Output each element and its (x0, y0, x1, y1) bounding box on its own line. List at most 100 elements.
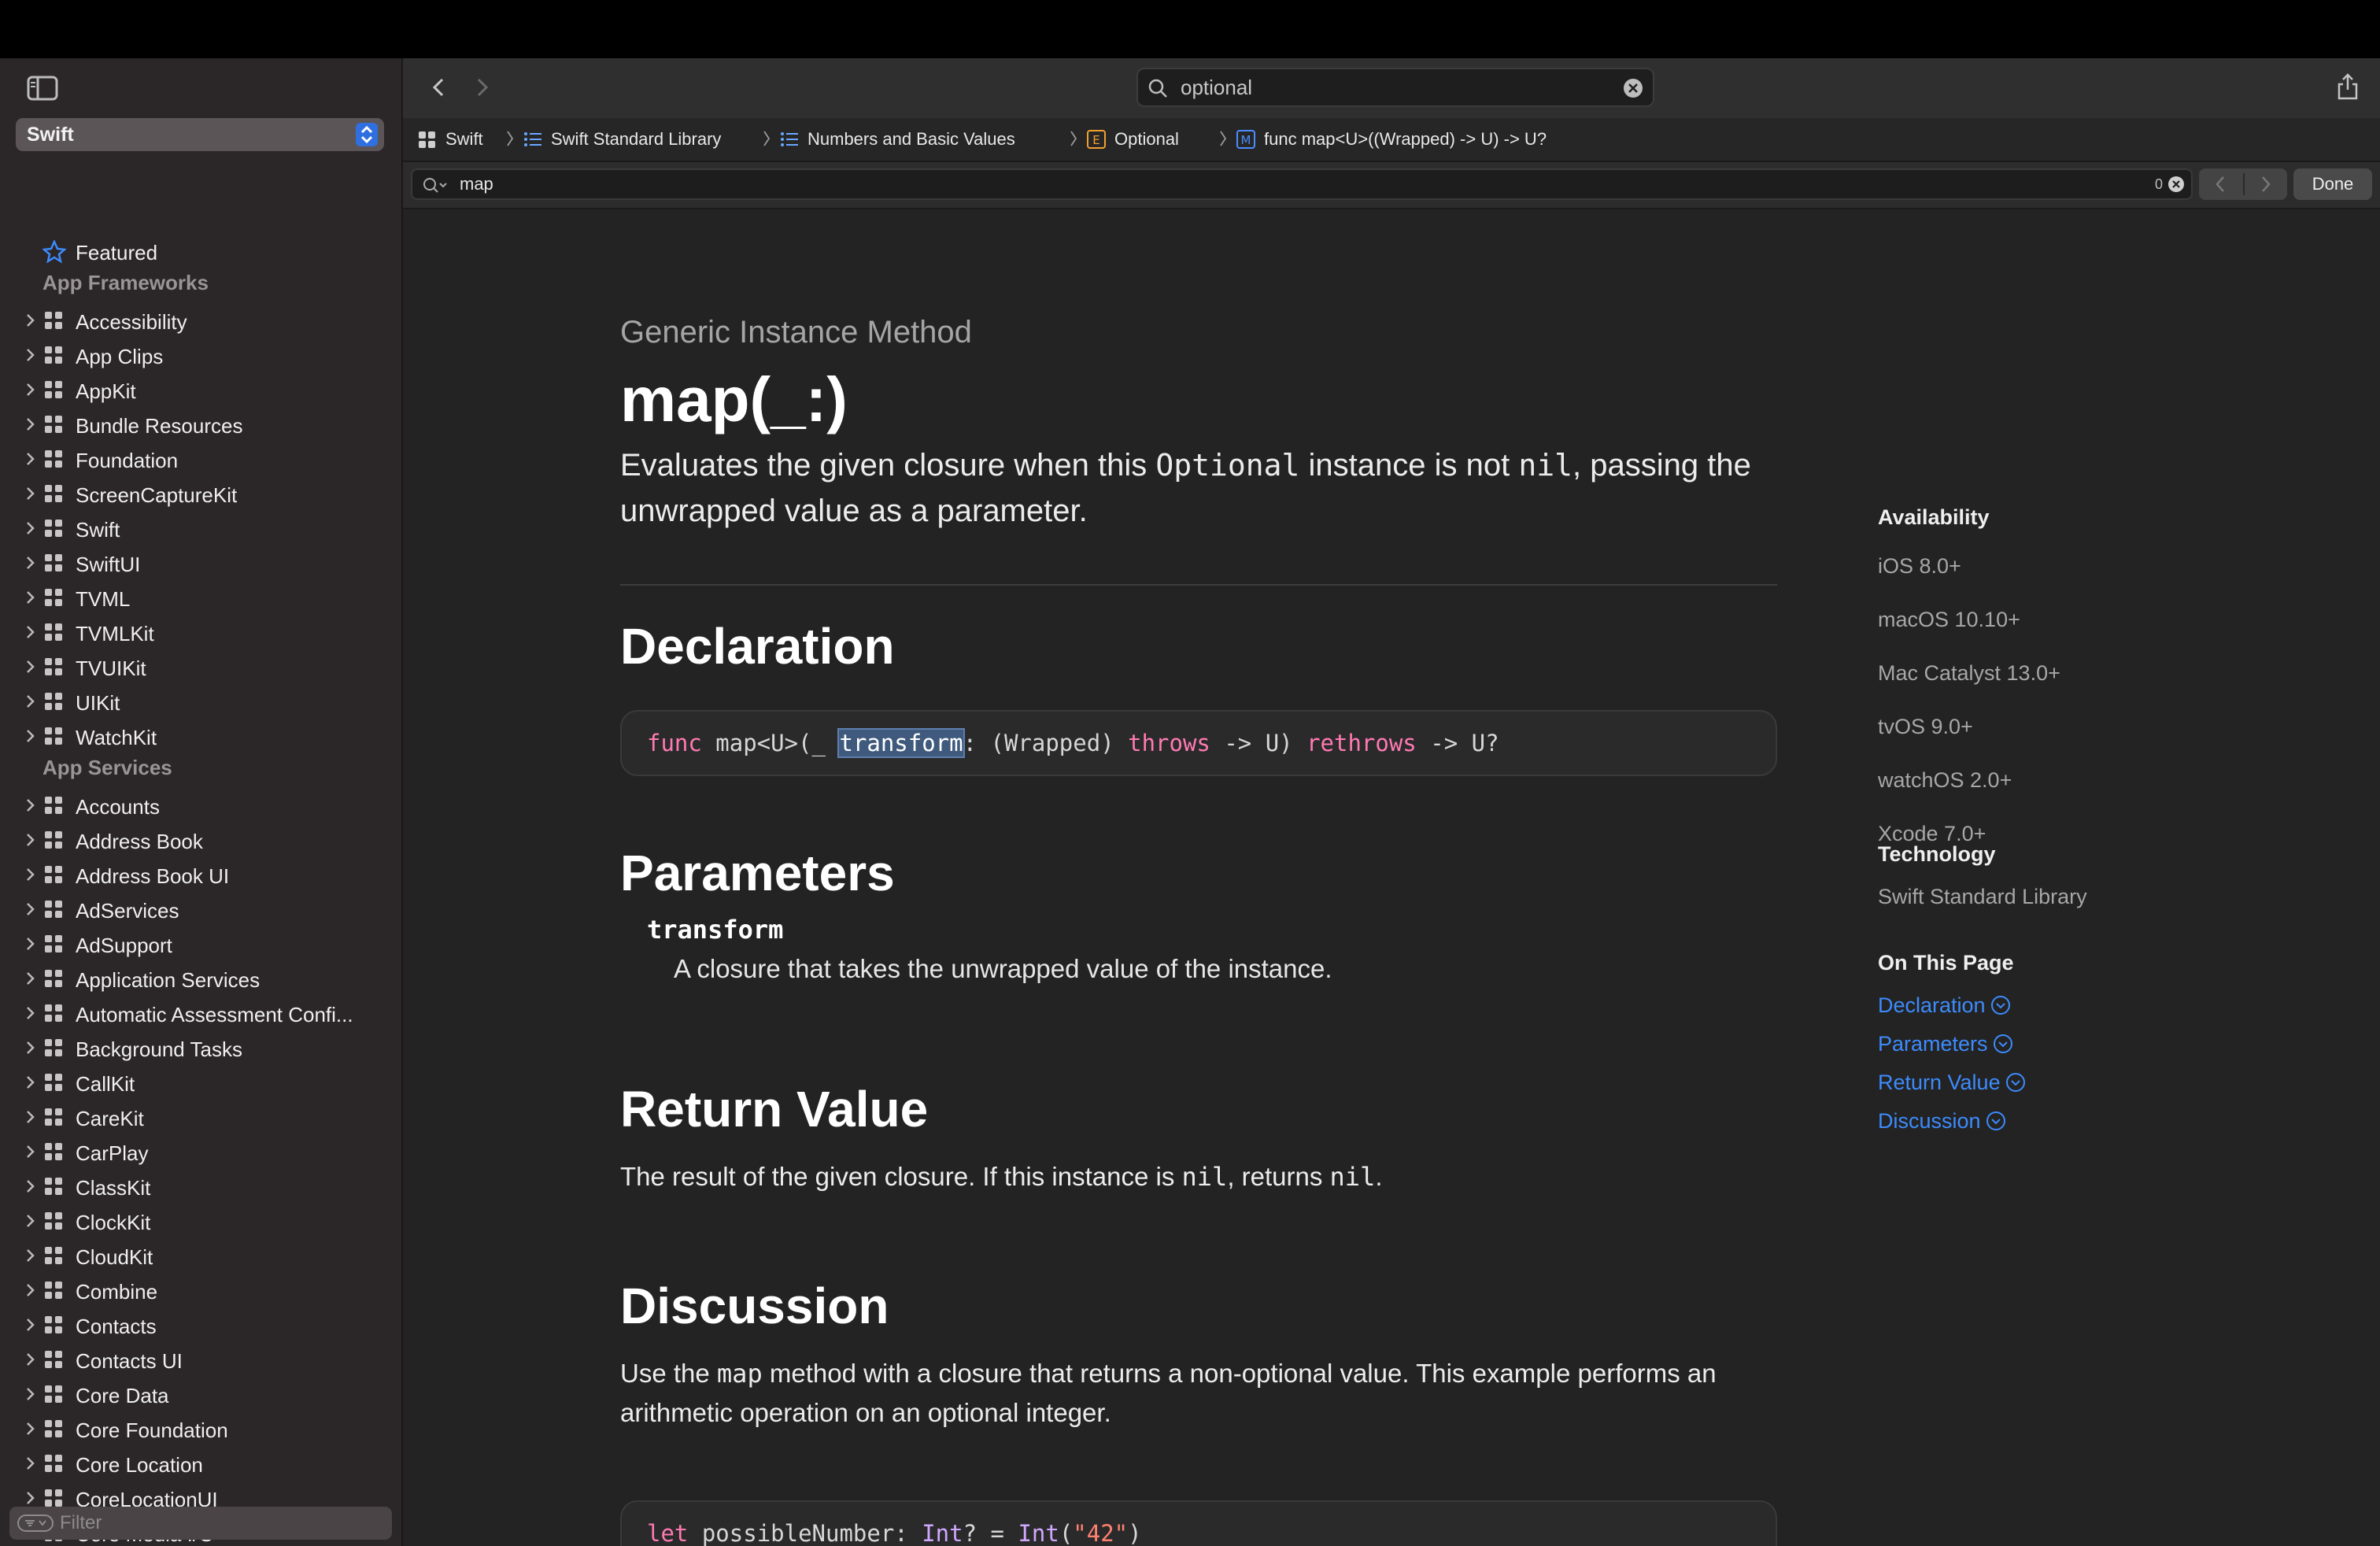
search-field[interactable]: optional (1136, 68, 1654, 107)
sidebar-item[interactable]: Application Services (0, 962, 401, 995)
breadcrumb-separator-icon (1220, 131, 1227, 146)
on-this-page-link[interactable]: Return Value (1878, 1071, 2026, 1095)
breadcrumb-item[interactable]: Swift (445, 129, 483, 150)
disclosure-chevron-icon[interactable] (22, 312, 38, 329)
disclosure-chevron-icon[interactable] (22, 623, 38, 641)
disclosure-chevron-icon[interactable] (22, 866, 38, 883)
sidebar-item[interactable]: TVMLKit (0, 616, 401, 649)
sidebar-item[interactable]: ScreenCaptureKit (0, 477, 401, 510)
sidebar-item[interactable]: Accessibility (0, 304, 401, 337)
disclosure-chevron-icon[interactable] (22, 1004, 38, 1022)
sidebar-item-label: TVML (76, 587, 131, 611)
disclosure-chevron-icon[interactable] (22, 1385, 38, 1403)
disclosure-chevron-icon[interactable] (22, 1420, 38, 1437)
sidebar-item[interactable]: AdSupport (0, 927, 401, 960)
disclosure-chevron-icon[interactable] (22, 797, 38, 814)
abstract-code: Optional (1155, 448, 1300, 483)
sidebar-item[interactable]: Swift (0, 512, 401, 545)
disclosure-chevron-icon[interactable] (22, 346, 38, 364)
sidebar-toggle-icon[interactable] (27, 76, 58, 101)
sidebar-item[interactable]: Contacts (0, 1308, 401, 1341)
clear-search-icon[interactable] (1623, 78, 1643, 98)
disclosure-chevron-icon[interactable] (22, 935, 38, 952)
find-input[interactable]: map 0 (411, 168, 2193, 200)
sidebar-item[interactable]: Automatic Assessment Confi... (0, 997, 401, 1030)
disclosure-chevron-icon[interactable] (22, 970, 38, 987)
on-this-page-link-label: Declaration (1878, 993, 1986, 1017)
sidebar-item[interactable]: AdServices (0, 893, 401, 926)
disclosure-chevron-icon[interactable] (22, 485, 38, 502)
on-this-page-link[interactable]: Discussion (1878, 1109, 2006, 1134)
sidebar-item[interactable]: WatchKit (0, 719, 401, 753)
disclosure-chevron-icon[interactable] (22, 1247, 38, 1264)
find-next-button[interactable] (2257, 173, 2275, 195)
disclosure-chevron-icon[interactable] (22, 416, 38, 433)
sidebar-item[interactable]: Background Tasks (0, 1031, 401, 1064)
on-this-page-link[interactable]: Declaration (1878, 993, 2011, 1018)
sidebar-item[interactable]: AppKit (0, 373, 401, 406)
sidebar-item[interactable]: Bundle Resources (0, 408, 401, 441)
sidebar-item[interactable]: SwiftUI (0, 546, 401, 579)
disclosure-chevron-icon[interactable] (22, 901, 38, 918)
breadcrumb-item[interactable]: func map<U>((Wrapped) -> U) -> U? (1264, 129, 1547, 150)
disclosure-chevron-icon[interactable] (22, 727, 38, 745)
disclosure-chevron-icon[interactable] (22, 1282, 38, 1299)
abstract-code: nil (1518, 448, 1572, 483)
sidebar-item[interactable]: CallKit (0, 1066, 401, 1099)
disclosure-chevron-icon[interactable] (22, 1316, 38, 1333)
disclosure-chevron-icon[interactable] (22, 1489, 38, 1507)
sidebar-item[interactable]: UIKit (0, 685, 401, 718)
breadcrumb-item[interactable]: Optional (1114, 129, 1179, 150)
sidebar-item[interactable]: Core Location (0, 1447, 401, 1480)
sidebar-filter-field[interactable]: Filter (9, 1507, 392, 1540)
disclosure-chevron-icon[interactable] (22, 1074, 38, 1091)
sidebar-item[interactable]: App Clips (0, 338, 401, 372)
sidebar-item[interactable]: Foundation (0, 442, 401, 475)
sidebar-item-label: Automatic Assessment Confi... (76, 1003, 353, 1026)
disclosure-chevron-icon[interactable] (22, 589, 38, 606)
back-button[interactable] (427, 74, 450, 101)
sidebar-item[interactable]: Contacts UI (0, 1343, 401, 1376)
breadcrumb-item[interactable]: Numbers and Basic Values (808, 129, 1015, 150)
disclosure-chevron-icon[interactable] (22, 831, 38, 849)
clear-find-icon[interactable] (2168, 176, 2185, 193)
sidebar-item[interactable]: ClassKit (0, 1170, 401, 1203)
disclosure-chevron-icon[interactable] (22, 450, 38, 468)
disclosure-chevron-icon[interactable] (22, 1108, 38, 1126)
sidebar-item[interactable]: Address Book (0, 823, 401, 856)
sidebar-item[interactable]: TVML (0, 581, 401, 614)
framework-icon (45, 381, 62, 398)
disclosure-chevron-icon[interactable] (22, 1143, 38, 1160)
technology-select[interactable]: Swift (16, 118, 384, 151)
sidebar-item-label: Background Tasks (76, 1037, 242, 1061)
sidebar-item[interactable]: Accounts (0, 789, 401, 822)
disclosure-chevron-icon[interactable] (22, 381, 38, 398)
disclosure-chevron-icon[interactable] (22, 1212, 38, 1230)
sidebar-item[interactable]: Combine (0, 1274, 401, 1307)
sidebar-item[interactable]: CareKit (0, 1100, 401, 1134)
sidebar-item[interactable]: TVUIKit (0, 650, 401, 683)
disclosure-chevron-icon[interactable] (22, 520, 38, 537)
disclosure-chevron-icon[interactable] (22, 1039, 38, 1056)
disclosure-chevron-icon[interactable] (22, 1455, 38, 1472)
sidebar-item[interactable]: CarPlay (0, 1135, 401, 1168)
svg-text:M: M (1241, 133, 1251, 147)
on-this-page-link[interactable]: Parameters (1878, 1032, 2013, 1056)
sidebar-item[interactable]: CloudKit (0, 1239, 401, 1272)
share-icon[interactable] (2336, 72, 2360, 101)
forward-button[interactable] (471, 74, 494, 101)
disclosure-chevron-icon[interactable] (22, 693, 38, 710)
disclosure-chevron-icon[interactable] (22, 554, 38, 571)
sidebar-item[interactable]: Core Data (0, 1378, 401, 1411)
disclosure-chevron-icon[interactable] (22, 658, 38, 675)
sidebar-item-featured[interactable]: Featured (0, 235, 401, 268)
disclosure-chevron-icon[interactable] (22, 1178, 38, 1195)
sidebar-item[interactable]: ClockKit (0, 1204, 401, 1237)
find-previous-button[interactable] (2212, 173, 2229, 195)
find-done-button[interactable]: Done (2293, 168, 2372, 200)
sidebar-item[interactable]: Core Foundation (0, 1412, 401, 1445)
sidebar-item[interactable]: Address Book UI (0, 858, 401, 891)
sidebar-section-heading: App Services (42, 756, 172, 779)
disclosure-chevron-icon[interactable] (22, 1351, 38, 1368)
breadcrumb-item[interactable]: Swift Standard Library (551, 129, 721, 150)
